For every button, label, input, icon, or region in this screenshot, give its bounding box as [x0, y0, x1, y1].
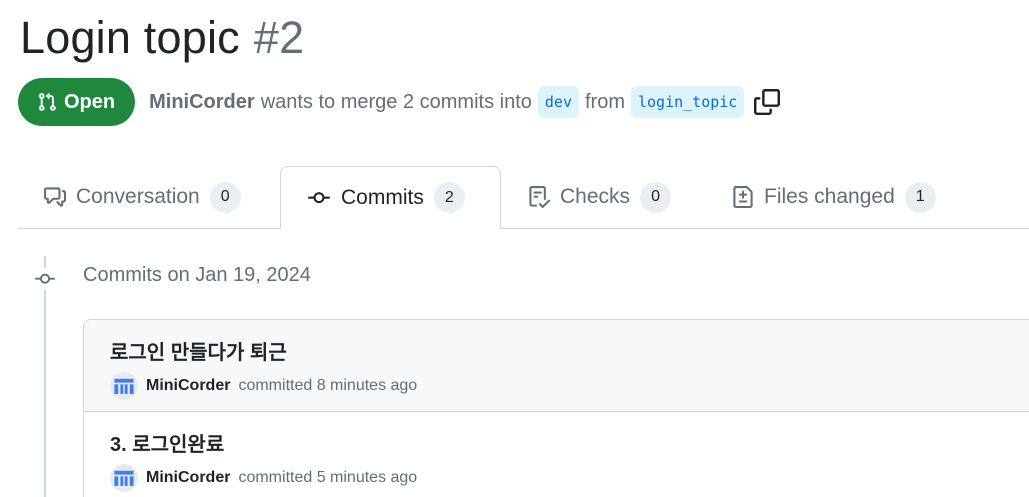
identicon-icon — [114, 470, 134, 486]
head-branch-label[interactable]: login_topic — [631, 86, 745, 118]
avatar[interactable] — [110, 464, 138, 492]
timeline-commit-node — [32, 268, 58, 290]
timeline-line — [44, 256, 46, 497]
checklist-icon — [529, 186, 550, 208]
copy-branch-button[interactable] — [752, 87, 782, 117]
commit-author-link[interactable]: MiniCorder — [146, 377, 230, 395]
merge-summary-text: wants to merge 2 commits into — [260, 90, 532, 113]
status-badge-label: Open — [64, 90, 116, 113]
commit-message-link[interactable]: 로그인 만들다가 퇴근 — [110, 336, 287, 365]
copy-icon — [754, 89, 781, 115]
avatar[interactable] — [110, 372, 138, 400]
commit-message-link[interactable]: 3. 로그인완료 — [110, 428, 224, 457]
list-item: 3. 로그인완료 MiniCorder committed 5 minutes … — [84, 412, 1029, 497]
commit-list: 로그인 만들다가 퇴근 MiniCorder committed 8 minut… — [83, 319, 1029, 497]
page-title: Login topic #2 — [20, 10, 304, 66]
status-badge: Open — [18, 78, 136, 126]
tab-commits-label: Commits — [341, 185, 424, 209]
commit-meta: MiniCorder committed 8 minutes ago — [110, 372, 417, 400]
tab-conversation-count: 0 — [209, 181, 241, 213]
base-branch-label[interactable]: dev — [537, 86, 579, 118]
tab-files-changed-count: 1 — [904, 181, 936, 213]
identicon-icon — [114, 378, 134, 394]
commit-group-heading: Commits on Jan 19, 2024 — [83, 264, 311, 286]
pr-status-row: Open MiniCorder wants to merge 2 commits… — [18, 77, 782, 127]
pull-request-page: Login topic #2 Open MiniCorder wants to m… — [0, 0, 1029, 497]
file-diff-icon — [733, 186, 753, 208]
tab-checks-label: Checks — [560, 185, 631, 208]
pr-number: #2 — [253, 12, 305, 63]
tab-files-changed[interactable]: Files changed 1 — [732, 166, 936, 228]
list-item: 로그인 만들다가 퇴근 MiniCorder committed 8 minut… — [84, 320, 1029, 412]
commit-meta: MiniCorder committed 5 minutes ago — [110, 464, 417, 492]
from-text: from — [585, 90, 625, 113]
git-commit-icon — [308, 191, 330, 203]
tab-checks[interactable]: Checks 0 — [528, 166, 672, 228]
comment-discussion-icon — [44, 187, 66, 207]
tab-conversation[interactable]: Conversation 0 — [44, 166, 241, 228]
tab-commits-count: 2 — [433, 182, 465, 213]
git-commit-icon — [35, 273, 55, 284]
pr-tabs: Conversation 0 Commits 2 Checks 0 Files … — [18, 166, 1029, 229]
tab-checks-count: 0 — [640, 181, 672, 213]
tab-conversation-label: Conversation — [76, 185, 200, 208]
merge-summary: MiniCorder wants to merge 2 commits into… — [149, 86, 782, 118]
commit-time: committed 5 minutes ago — [238, 469, 418, 486]
tab-files-changed-label: Files changed — [764, 185, 895, 208]
tab-commits[interactable]: Commits 2 — [280, 166, 501, 229]
pr-title: Login topic — [20, 12, 240, 63]
commit-author-link[interactable]: MiniCorder — [146, 469, 230, 487]
commit-time: committed 8 minutes ago — [238, 377, 418, 394]
pr-author-link[interactable]: MiniCorder — [149, 91, 255, 114]
git-pull-request-icon — [38, 92, 56, 111]
